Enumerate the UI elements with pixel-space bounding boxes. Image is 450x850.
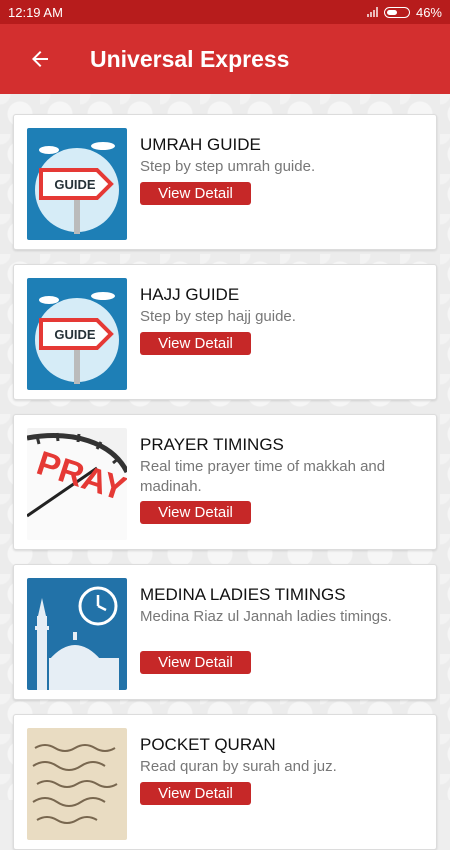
card-pocket-quran[interactable]: POCKET QURAN Read quran by surah and juz… (13, 714, 437, 850)
battery-icon (383, 6, 410, 18)
app-bar: Universal Express (0, 24, 450, 94)
card-title: MEDINA LADIES TIMINGS (140, 585, 346, 604)
quran-page-image (27, 728, 127, 840)
card-description: Real time prayer time of makkah and madi… (140, 458, 386, 495)
card-medina-ladies-timings[interactable]: MEDINA LADIES TIMINGS Medina Riaz ul Jan… (13, 564, 437, 700)
card-hajj-guide[interactable]: GUIDE HAJJ GUIDE Step by step hajj guide… (13, 264, 437, 400)
guide-sign-image: GUIDE (27, 128, 127, 240)
card-umrah-guide[interactable]: GUIDE UMRAH GUIDE Step by step umrah gui… (13, 114, 437, 250)
signal-icon (366, 7, 378, 17)
card-description: Medina Riaz ul Jannah ladies timings. (140, 608, 392, 625)
status-icons: 46% (366, 4, 442, 20)
card-description: Read quran by surah and juz. (140, 758, 337, 775)
card-description: Step by step hajj guide. (140, 308, 296, 325)
svg-text:GUIDE: GUIDE (54, 327, 96, 342)
card-title: HAJJ GUIDE (140, 285, 240, 304)
card-title: PRAYER TIMINGS (140, 435, 284, 454)
status-time: 12:19 AM (8, 4, 63, 20)
view-detail-button[interactable]: View Detail (140, 332, 251, 355)
card-prayer-timings[interactable]: PRAY PRAYER TIMINGS Real time prayer tim… (13, 414, 437, 550)
page-title: Universal Express (90, 45, 290, 72)
battery-percent: 46% (415, 4, 442, 20)
svg-text:GUIDE: GUIDE (54, 177, 96, 192)
guide-sign-image: GUIDE (27, 278, 127, 390)
view-detail-button[interactable]: View Detail (140, 651, 251, 674)
back-button[interactable] (0, 24, 80, 94)
view-detail-button[interactable]: View Detail (140, 782, 251, 805)
card-title: UMRAH GUIDE (140, 135, 261, 154)
view-detail-button[interactable]: View Detail (140, 182, 251, 205)
mosque-clock-image (27, 578, 127, 690)
prayer-clock-image: PRAY (27, 428, 127, 540)
view-detail-button[interactable]: View Detail (140, 501, 251, 524)
back-arrow-icon (32, 51, 48, 67)
card-description: Step by step umrah guide. (140, 158, 316, 175)
card-title: POCKET QURAN (140, 735, 276, 754)
card-list: GUIDE UMRAH GUIDE Step by step umrah gui… (0, 94, 450, 850)
status-bar: 12:19 AM 46% (0, 0, 450, 24)
